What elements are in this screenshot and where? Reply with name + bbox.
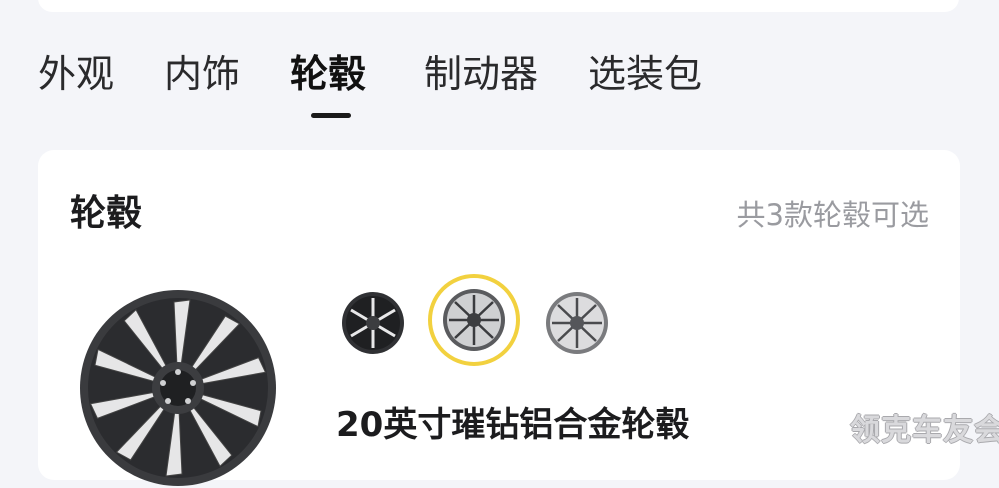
wheel-option-2-icon[interactable]: [441, 287, 507, 353]
watermark: 领克车友会: [850, 413, 999, 448]
section-title: 轮毂: [70, 193, 143, 234]
tab-wheels[interactable]: 轮毂: [290, 48, 366, 100]
wheel-option-1-icon[interactable]: [340, 290, 406, 356]
category-tabs: 外观 内饰 轮毂 制动器 选装包: [0, 48, 999, 120]
option-count: 共3款轮毂可选: [736, 198, 929, 232]
top-card: [38, 0, 959, 12]
tab-brakes[interactable]: 制动器: [424, 48, 538, 100]
wheel-option-3-icon[interactable]: [544, 290, 610, 356]
tab-exterior[interactable]: 外观: [38, 48, 114, 100]
active-tab-indicator: [311, 113, 351, 118]
tab-option-packages[interactable]: 选装包: [588, 48, 702, 100]
wheel-preview-image: [80, 290, 276, 486]
wheel-section-card: 轮毂 共3款轮毂可选 20英寸璀钻铝合金轮毂: [38, 150, 960, 486]
tab-interior[interactable]: 内饰: [164, 48, 240, 100]
selected-wheel-name: 20英寸璀钻铝合金轮毂: [336, 405, 690, 445]
